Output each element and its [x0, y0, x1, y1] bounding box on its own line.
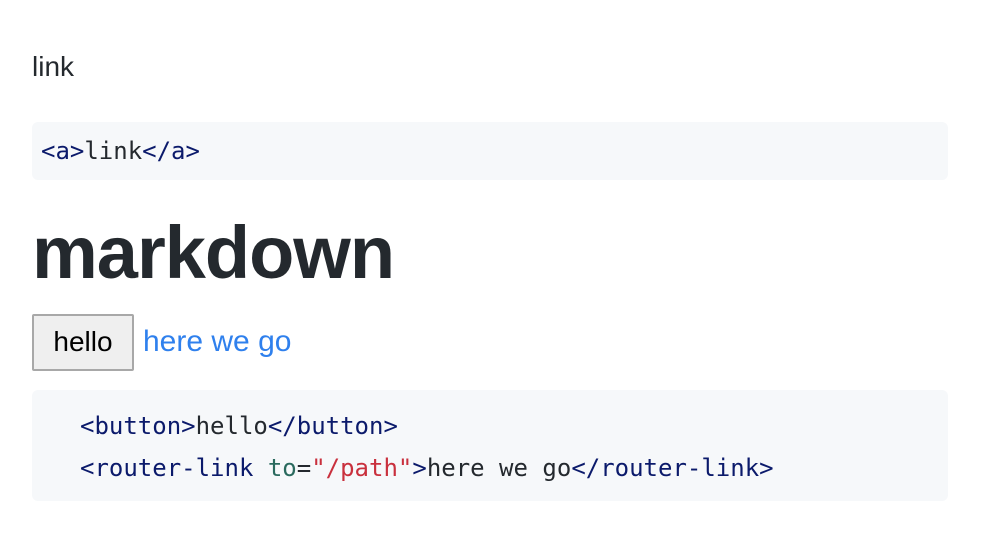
code-open-tag: <a>	[41, 137, 85, 165]
code-equals: =	[296, 454, 312, 482]
section-heading: markdown	[32, 211, 395, 294]
code-attr-value: "/path"	[311, 454, 413, 482]
code-block-anchor: <a>link</a>	[32, 122, 948, 180]
code-block-components: <button>hello</button> <router-link to="/…	[32, 390, 948, 501]
code-content: hello	[195, 412, 268, 440]
hello-button[interactable]: hello	[32, 313, 134, 371]
code-open-tag-end: >	[412, 454, 427, 482]
demo-row: hello here we go	[32, 313, 291, 371]
code-close-tag: </a>	[142, 137, 200, 165]
code-open-tag-start: <router-link	[80, 454, 268, 482]
code-open-tag: <button>	[80, 412, 196, 440]
code-close-tag: </button>	[267, 412, 398, 440]
code-line-button: <button>hello</button>	[80, 405, 948, 447]
code-close-tag: </router-link>	[571, 454, 774, 482]
code-attr-name: to	[267, 454, 297, 482]
here-we-go-link[interactable]: here we go	[143, 325, 291, 359]
code-content: link	[84, 137, 143, 165]
intro-text: link	[32, 51, 75, 82]
code-content: here we go	[426, 454, 572, 482]
code-line-router-link: <router-link to="/path">here we go</rout…	[80, 447, 948, 489]
